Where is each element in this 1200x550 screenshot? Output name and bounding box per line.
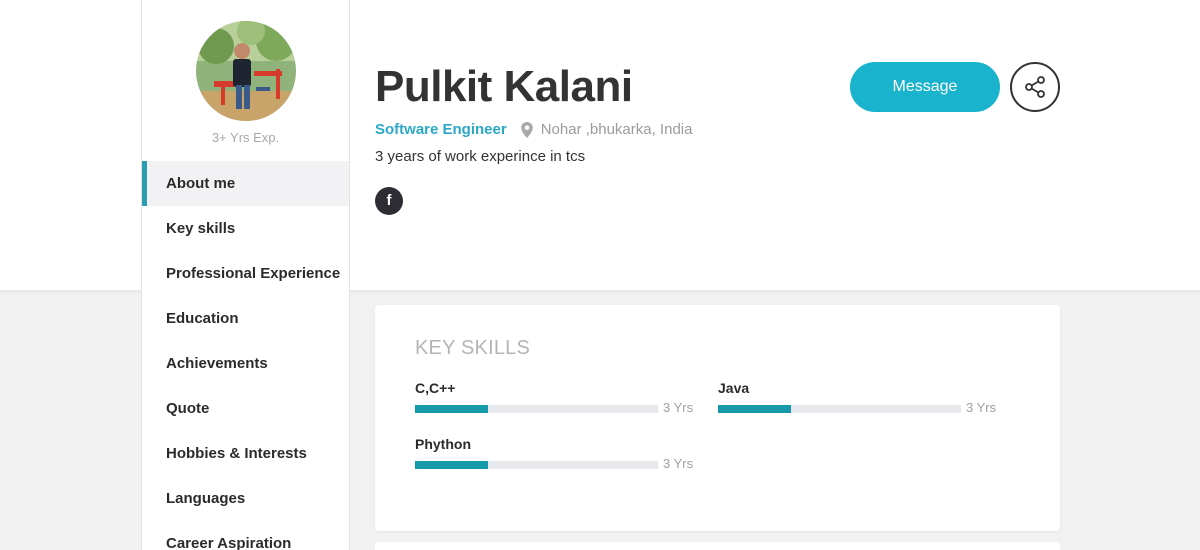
share-button[interactable] bbox=[1010, 62, 1060, 112]
share-icon bbox=[1025, 76, 1045, 98]
profile-name: Pulkit Kalani bbox=[375, 62, 633, 111]
skill-bar bbox=[718, 405, 961, 413]
key-skills-card: KEY SKILLS C,C++ 3 Yrs Java 3 Yrs Phytho… bbox=[375, 305, 1060, 531]
sidebar: 3+ Yrs Exp. About me Key skills Professi… bbox=[141, 0, 350, 550]
about-text: 3 years of work experince in tcs bbox=[375, 148, 586, 165]
skill-bar bbox=[415, 461, 658, 469]
skill-name: Java bbox=[718, 380, 750, 396]
skill-bar-fill bbox=[415, 461, 488, 469]
sidebar-item-about-me[interactable]: About me bbox=[142, 161, 349, 206]
profile-meta: Software Engineer Nohar ,bhukarka, India bbox=[375, 121, 692, 138]
next-section-card bbox=[375, 542, 1060, 550]
skill-bar bbox=[415, 405, 658, 413]
sidebar-item-hobbies-interests[interactable]: Hobbies & Interests bbox=[142, 431, 349, 476]
sidebar-item-languages[interactable]: Languages bbox=[142, 476, 349, 521]
skill-bar-fill bbox=[718, 405, 791, 413]
location-pin-icon bbox=[520, 121, 534, 138]
skill-item: C,C++ 3 Yrs bbox=[415, 379, 695, 415]
skill-years: 3 Yrs bbox=[663, 400, 694, 415]
sidebar-item-achievements[interactable]: Achievements bbox=[142, 341, 349, 386]
facebook-icon[interactable]: f bbox=[375, 187, 403, 215]
sidebar-nav: About me Key skills Professional Experie… bbox=[142, 161, 349, 550]
skill-years: 3 Yrs bbox=[663, 456, 694, 471]
skill-name: Phython bbox=[415, 436, 471, 452]
experience-label: 3+ Yrs Exp. bbox=[211, 130, 280, 145]
location-text: Nohar ,bhukarka, India bbox=[540, 121, 693, 138]
message-button[interactable]: Message bbox=[850, 62, 1000, 112]
skill-item: Java 3 Yrs bbox=[718, 379, 998, 415]
avatar[interactable] bbox=[196, 21, 296, 121]
sidebar-item-career-aspiration[interactable]: Career Aspiration bbox=[142, 521, 349, 550]
job-title: Software Engineer bbox=[375, 121, 507, 138]
skill-name: C,C++ bbox=[415, 380, 456, 396]
skill-item: Phython 3 Yrs bbox=[415, 435, 695, 471]
skill-years: 3 Yrs bbox=[966, 400, 997, 415]
sidebar-item-professional-experience[interactable]: Professional Experience bbox=[142, 251, 349, 296]
key-skills-title: KEY SKILLS bbox=[415, 337, 531, 359]
sidebar-item-quote[interactable]: Quote bbox=[142, 386, 349, 431]
skill-bar-fill bbox=[415, 405, 488, 413]
sidebar-item-key-skills[interactable]: Key skills bbox=[142, 206, 349, 251]
sidebar-item-education[interactable]: Education bbox=[142, 296, 349, 341]
